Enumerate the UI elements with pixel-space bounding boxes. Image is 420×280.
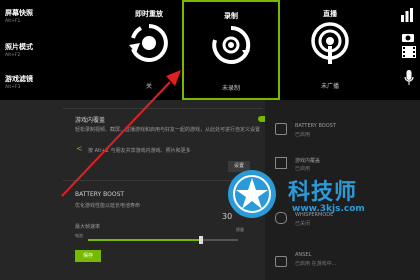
annotation-arrow xyxy=(61,70,181,197)
watermark-url: www.3kjs.com xyxy=(292,204,365,214)
star-logo-icon xyxy=(228,170,276,218)
watermark-text: 科技师 xyxy=(288,180,358,205)
